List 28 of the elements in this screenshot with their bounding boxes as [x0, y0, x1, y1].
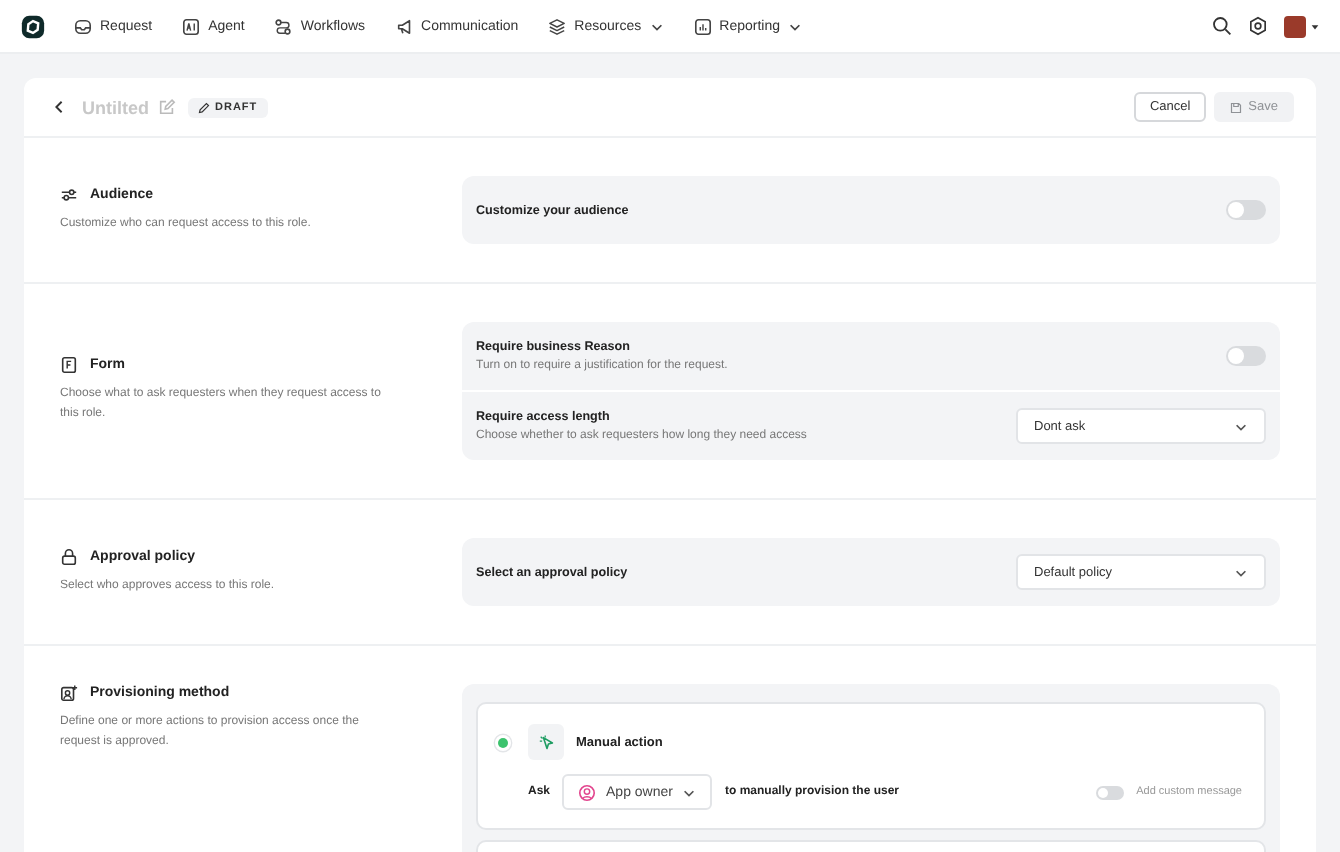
chevron-down-icon — [788, 19, 802, 33]
form-icon — [60, 356, 78, 375]
sliders-icon — [60, 185, 78, 204]
user-circle-icon — [578, 783, 597, 801]
search-icon[interactable] — [1212, 16, 1232, 36]
chevron-down-icon — [649, 19, 664, 33]
user-plus-icon — [60, 684, 78, 702]
megaphone-icon — [395, 17, 414, 35]
chevron-down-icon — [682, 785, 697, 799]
back-icon[interactable] — [52, 100, 66, 114]
toggle-switch[interactable] — [1226, 200, 1266, 220]
toggle-switch[interactable] — [1226, 346, 1266, 366]
chevron-down-icon — [1234, 565, 1248, 579]
chart-icon — [693, 17, 712, 35]
lock-icon — [60, 547, 78, 566]
toggle-switch[interactable] — [1096, 785, 1125, 799]
layers-icon — [548, 17, 567, 35]
status-dot — [498, 737, 508, 747]
chevron-down-icon — [1234, 419, 1248, 433]
ai-icon — [182, 17, 201, 35]
inbox-icon — [74, 17, 92, 35]
avatar[interactable] — [1284, 15, 1306, 37]
settings-icon[interactable] — [1248, 16, 1268, 36]
workflow-icon — [274, 17, 293, 35]
pencil-icon — [197, 101, 209, 113]
cursor-icon — [528, 724, 564, 760]
logo-icon[interactable] — [20, 13, 46, 39]
caret-icon[interactable] — [1310, 21, 1320, 31]
